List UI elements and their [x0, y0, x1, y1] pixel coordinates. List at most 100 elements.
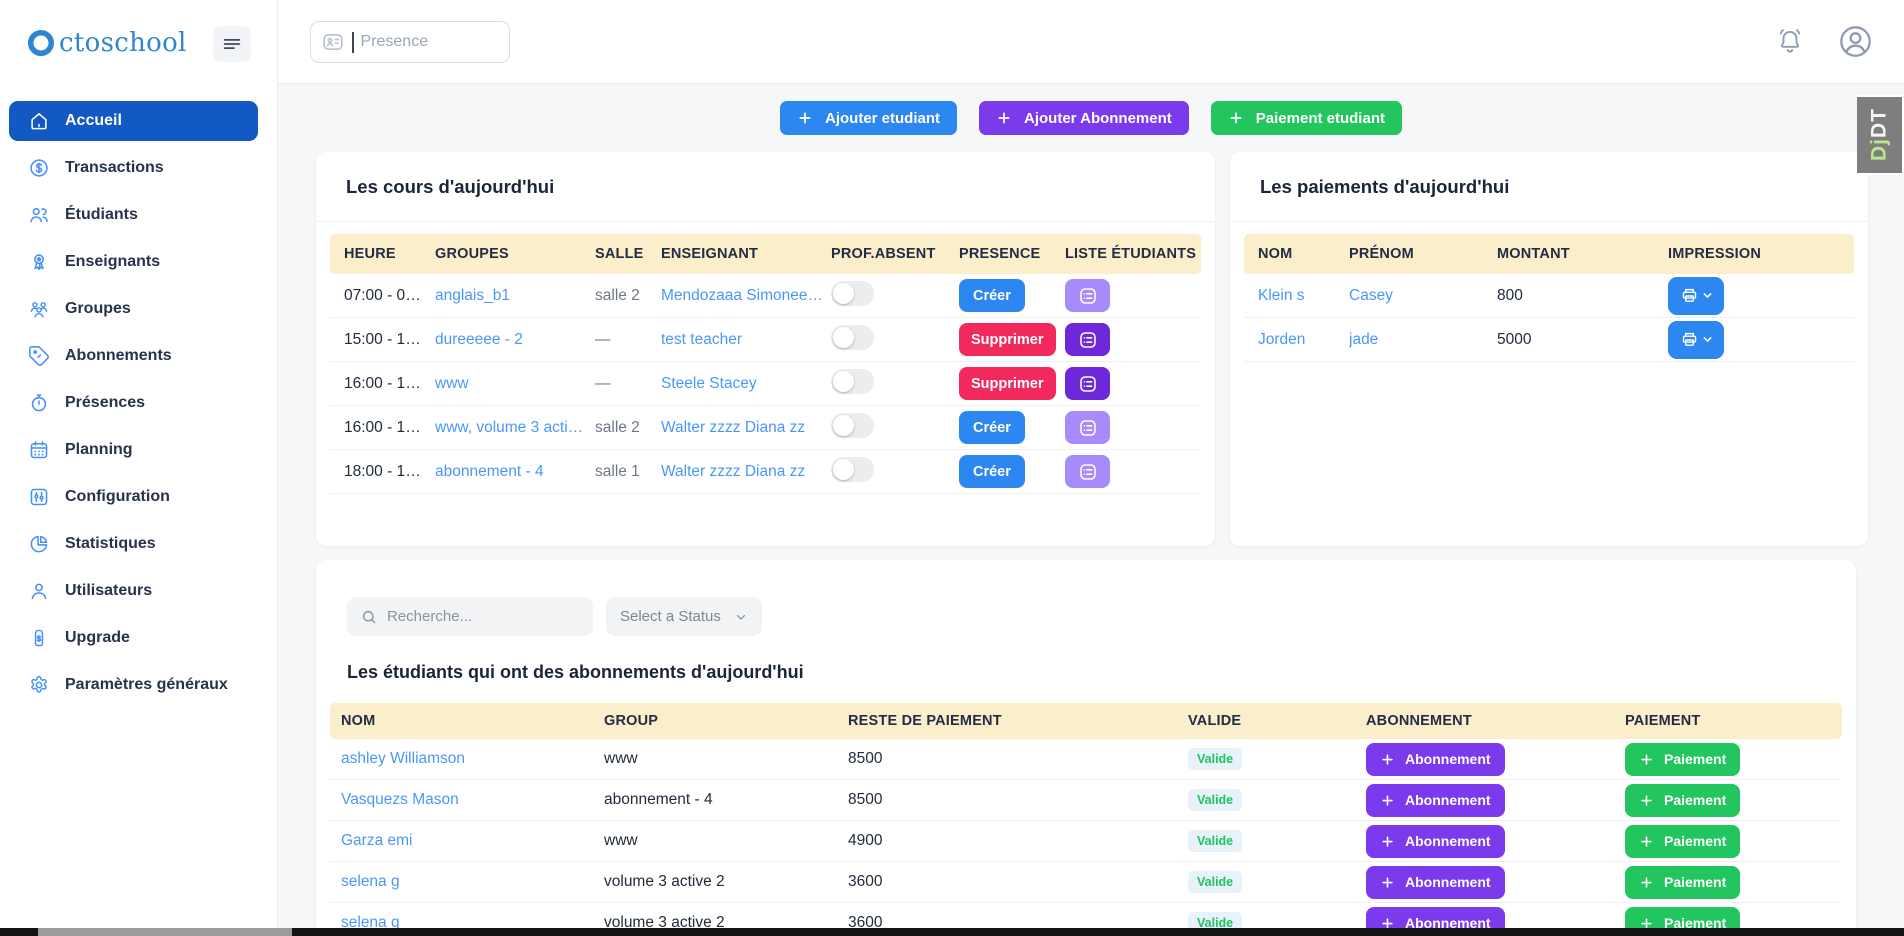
add-payment-row-button[interactable]: Paiement	[1625, 825, 1740, 858]
plus-icon	[1639, 793, 1654, 808]
student-list-button[interactable]	[1065, 279, 1110, 312]
student-name-link[interactable]: Vasquezs Mason	[341, 791, 604, 809]
list-check-icon	[1078, 462, 1098, 482]
calendar-icon	[28, 439, 50, 461]
course-teacher-link[interactable]: Steele Stacey	[661, 375, 831, 393]
add-payment-row-button[interactable]: Paiement	[1625, 784, 1740, 817]
horizontal-scrollbar[interactable]	[0, 928, 1904, 936]
notifications-bell-icon[interactable]	[1775, 26, 1805, 56]
sidebar-item-accueil[interactable]: Accueil	[9, 101, 258, 141]
student-list-button[interactable]	[1065, 411, 1110, 444]
app-logo[interactable]: ctoschool	[26, 28, 187, 58]
course-teacher-link[interactable]: Walter zzzz Diana zz	[661, 463, 831, 481]
dollar-circle-icon	[28, 157, 50, 179]
prof-absent-toggle[interactable]	[831, 281, 874, 306]
payment-row: Jorden jade 5000	[1244, 318, 1854, 362]
horizontal-scrollbar-thumb[interactable]	[38, 928, 292, 936]
quick-actions: Ajouter etudiant Ajouter Abonnement Paie…	[278, 101, 1904, 135]
search-icon	[360, 608, 378, 626]
subscriptions-title: Les étudiants qui ont des abonnements d'…	[347, 662, 1825, 683]
student-list-button[interactable]	[1065, 455, 1110, 488]
prof-absent-toggle[interactable]	[831, 369, 874, 394]
sidebar-collapse-button[interactable]	[213, 26, 251, 62]
course-room: salle 1	[595, 463, 661, 481]
presence-action-button[interactable]: Supprimer	[959, 367, 1056, 400]
subscriptions-filters: Select a Status	[347, 597, 1825, 636]
course-row: 16:00 - 18:00 www, volume 3 active 2 sal…	[330, 406, 1201, 450]
student-payment-button[interactable]: Paiement etudiant	[1211, 101, 1402, 135]
sidebar-item-presences[interactable]: Présences	[9, 383, 258, 423]
presence-search[interactable]	[310, 21, 510, 63]
plus-icon	[797, 110, 813, 126]
plus-icon	[1380, 875, 1395, 890]
course-group-link[interactable]: dureeeee - 2	[435, 331, 595, 349]
course-room: salle 2	[595, 287, 661, 305]
student-name-link[interactable]: ashley Williamson	[341, 750, 604, 768]
print-receipt-button[interactable]	[1668, 321, 1724, 359]
course-row: 18:00 - 19:30 abonnement - 4 salle 1 Wal…	[330, 450, 1201, 494]
subscription-row: ashley Williamson www 8500 Valide Abonne…	[330, 739, 1842, 780]
add-payment-row-button[interactable]: Paiement	[1625, 743, 1740, 776]
toggle-knob	[833, 415, 854, 436]
status-select[interactable]: Select a Status	[606, 597, 762, 636]
course-group-link[interactable]: abonnement - 4	[435, 463, 595, 481]
sidebar-item-statistiques[interactable]: Statistiques	[9, 524, 258, 564]
sidebar-item-planning[interactable]: Planning	[9, 430, 258, 470]
sidebar-item-utilisateurs[interactable]: Utilisateurs	[9, 571, 258, 611]
payment-lastname-link[interactable]: Klein s	[1258, 287, 1349, 305]
add-subscription-row-button[interactable]: Abonnement	[1366, 784, 1505, 817]
sidebar-item-etudiants[interactable]: Étudiants	[9, 195, 258, 235]
student-list-button[interactable]	[1065, 367, 1110, 400]
course-group-link[interactable]: www	[435, 375, 595, 393]
add-payment-row-button[interactable]: Paiement	[1625, 866, 1740, 899]
course-time: 07:00 - 09:00	[344, 287, 435, 305]
sidebar-item-upgrade[interactable]: Upgrade	[9, 618, 258, 658]
sidebar-item-abonnements[interactable]: Abonnements	[9, 336, 258, 376]
presence-action-button[interactable]: Créer	[959, 455, 1025, 488]
id-badge-icon	[321, 30, 345, 54]
payment-row: Klein s Casey 800	[1244, 274, 1854, 318]
payments-card-title: Les paiements d'aujourd'hui	[1260, 176, 1509, 198]
course-room: —	[595, 375, 661, 393]
add-subscription-row-button[interactable]: Abonnement	[1366, 825, 1505, 858]
subscriptions-search-input[interactable]	[387, 608, 580, 625]
sidebar: ctoschool Accueil Transactions Étudiants	[0, 0, 278, 936]
course-group-link[interactable]: www, volume 3 active 2	[435, 419, 595, 437]
presence-action-button[interactable]: Créer	[959, 411, 1025, 444]
sidebar-item-groupes[interactable]: Groupes	[9, 289, 258, 329]
add-subscription-row-button[interactable]: Abonnement	[1366, 743, 1505, 776]
student-list-button[interactable]	[1065, 323, 1110, 356]
add-student-button[interactable]: Ajouter etudiant	[780, 101, 957, 135]
student-group: volume 3 active 2	[604, 873, 848, 891]
sidebar-item-enseignants[interactable]: Enseignants	[9, 242, 258, 282]
user-avatar-icon[interactable]	[1837, 23, 1874, 60]
django-debug-toolbar-handle[interactable]: DjDT	[1857, 95, 1904, 175]
course-group-link[interactable]: anglais_b1	[435, 287, 595, 305]
prof-absent-toggle[interactable]	[831, 325, 874, 350]
student-name-link[interactable]: Garza emi	[341, 832, 604, 850]
add-subscription-button[interactable]: Ajouter Abonnement	[979, 101, 1189, 135]
course-teacher-link[interactable]: Mendozaaa Simoneeeee	[661, 287, 831, 305]
presence-search-input[interactable]	[361, 33, 500, 51]
subscriptions-card: Select a Status Les étudiants qui ont de…	[316, 560, 1856, 936]
pie-chart-icon	[28, 533, 50, 555]
print-receipt-button[interactable]	[1668, 277, 1724, 315]
medal-icon	[28, 251, 50, 273]
course-teacher-link[interactable]: Walter zzzz Diana zz	[661, 419, 831, 437]
subscriptions-search[interactable]	[347, 597, 593, 636]
prof-absent-toggle[interactable]	[831, 457, 874, 482]
add-subscription-row-button[interactable]: Abonnement	[1366, 866, 1505, 899]
student-group: www	[604, 832, 848, 850]
plus-icon	[1639, 875, 1654, 890]
payment-firstname-link[interactable]: Casey	[1349, 287, 1497, 305]
sidebar-item-transactions[interactable]: Transactions	[9, 148, 258, 188]
student-name-link[interactable]: selena g	[341, 873, 604, 891]
course-teacher-link[interactable]: test teacher	[661, 331, 831, 349]
payment-lastname-link[interactable]: Jorden	[1258, 331, 1349, 349]
presence-action-button[interactable]: Créer	[959, 279, 1025, 312]
presence-action-button[interactable]: Supprimer	[959, 323, 1056, 356]
sidebar-item-configuration[interactable]: Configuration	[9, 477, 258, 517]
sidebar-item-parametres-generaux[interactable]: Paramètres généraux	[9, 665, 258, 705]
prof-absent-toggle[interactable]	[831, 413, 874, 438]
payment-firstname-link[interactable]: jade	[1349, 331, 1497, 349]
